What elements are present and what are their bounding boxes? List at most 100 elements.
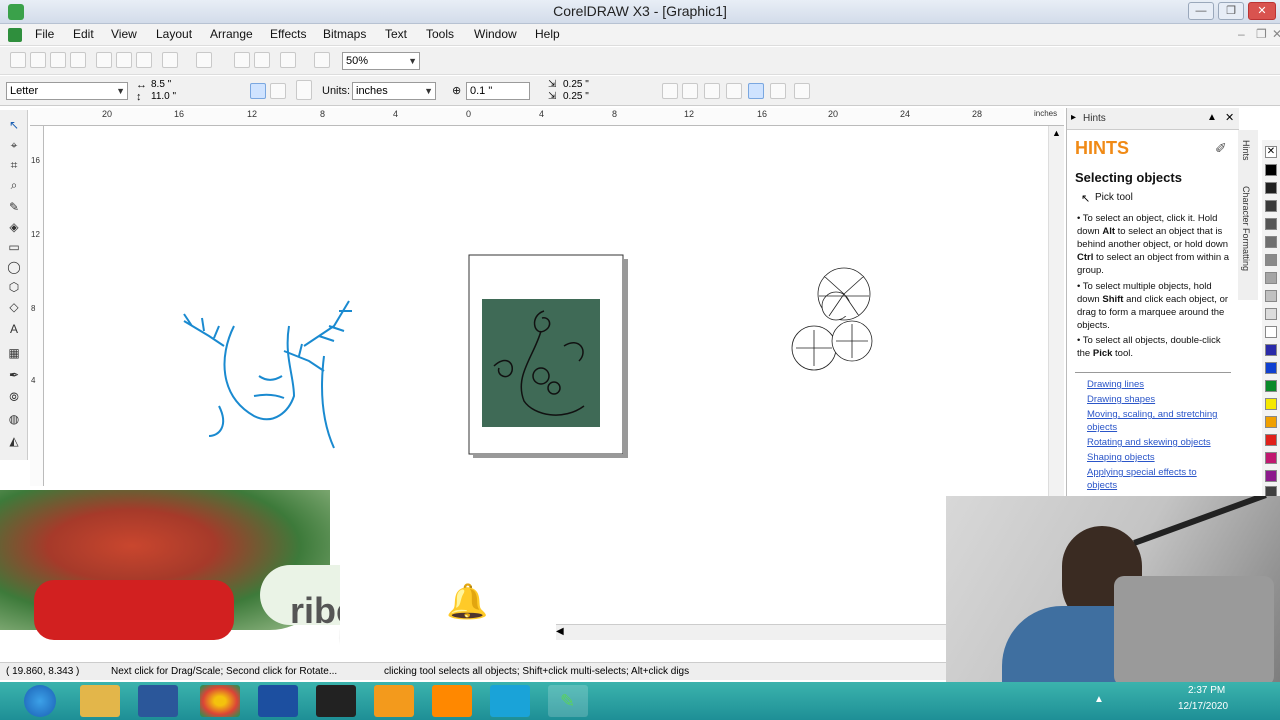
color-swatch[interactable]: [1265, 290, 1277, 302]
polygon-tool-icon[interactable]: ⬡: [6, 280, 22, 296]
duplicate-distance-x-field[interactable]: 0.25 ": [560, 79, 650, 91]
clock-date[interactable]: 12/17/2020: [1178, 701, 1228, 712]
restore-button[interactable]: ❐: [1218, 2, 1244, 20]
interactive-blend-tool-icon[interactable]: ▦: [6, 346, 22, 362]
page-width-field[interactable]: 8.5 ": [148, 79, 234, 91]
pick-tool-icon[interactable]: ↖: [6, 118, 22, 134]
tray-arrow-icon[interactable]: ▲: [1094, 694, 1104, 705]
scroll-up-icon[interactable]: ▲: [1052, 128, 1061, 138]
application-launcher-icon[interactable]: [280, 52, 296, 68]
scroll-left-icon[interactable]: ◀: [556, 626, 564, 637]
dynamic-guides-button[interactable]: [726, 83, 742, 99]
freehand-tool-icon[interactable]: ✎: [6, 200, 22, 216]
menu-file[interactable]: File: [35, 27, 54, 41]
link-drawing-shapes[interactable]: Drawing shapes: [1087, 393, 1227, 406]
units-dropdown[interactable]: inches ▼: [352, 82, 436, 100]
no-color-swatch[interactable]: ✕: [1265, 146, 1277, 158]
color-swatch[interactable]: [1265, 200, 1277, 212]
recorder-icon[interactable]: [316, 685, 356, 717]
menu-help[interactable]: Help: [535, 27, 560, 41]
welcome-screen-icon[interactable]: [314, 52, 330, 68]
color-swatch[interactable]: [1265, 344, 1277, 356]
menu-view[interactable]: View: [111, 27, 137, 41]
vertical-scrollbar[interactable]: ▲: [1048, 126, 1064, 496]
color-swatch[interactable]: [1265, 452, 1277, 464]
docker-close-icon[interactable]: ✕: [1225, 111, 1234, 124]
snap-to-guidelines-button[interactable]: [682, 83, 698, 99]
nudge-distance-field[interactable]: 0.1 ": [466, 82, 530, 100]
menu-layout[interactable]: Layout: [156, 27, 192, 41]
vertical-ruler[interactable]: 16 12 8 4: [30, 126, 44, 486]
options-button[interactable]: [794, 83, 810, 99]
link-moving-scaling[interactable]: Moving, scaling, and stretching objects: [1087, 408, 1227, 434]
tab-character-formatting[interactable]: Character Formatting: [1241, 186, 1251, 271]
internet-explorer-icon[interactable]: [24, 685, 56, 717]
cut-icon[interactable]: [96, 52, 112, 68]
color-swatch[interactable]: [1265, 416, 1277, 428]
import-icon[interactable]: [234, 52, 250, 68]
new-icon[interactable]: [10, 52, 26, 68]
file-explorer-icon[interactable]: [80, 685, 120, 717]
treat-as-filled-button[interactable]: [748, 83, 764, 99]
color-swatch[interactable]: [1265, 326, 1277, 338]
doc-close-button[interactable]: ✕: [1272, 27, 1280, 41]
link-rotating-skewing[interactable]: Rotating and skewing objects: [1087, 436, 1227, 449]
color-swatch[interactable]: [1265, 470, 1277, 482]
color-swatch[interactable]: [1265, 398, 1277, 410]
color-swatch[interactable]: [1265, 362, 1277, 374]
close-button[interactable]: ✕: [1248, 2, 1276, 20]
color-swatch[interactable]: [1265, 164, 1277, 176]
hints-book-icon[interactable]: ✐: [1215, 140, 1227, 157]
chrome-icon[interactable]: [200, 685, 240, 717]
outline-tool-icon[interactable]: ⦾: [6, 390, 22, 406]
copy-icon[interactable]: [116, 52, 132, 68]
menu-text[interactable]: Text: [385, 27, 407, 41]
snap-to-objects-button[interactable]: [704, 83, 720, 99]
edge-icon[interactable]: [490, 685, 530, 717]
menu-edit[interactable]: Edit: [73, 27, 94, 41]
menu-effects[interactable]: Effects: [270, 27, 306, 41]
smart-fill-tool-icon[interactable]: ◈: [6, 220, 22, 236]
color-swatch[interactable]: [1265, 218, 1277, 230]
redo-icon[interactable]: [196, 52, 212, 68]
paper-type-dropdown[interactable]: Letter ▼: [6, 82, 128, 100]
landscape-button[interactable]: [270, 83, 286, 99]
coreldraw-taskbar-icon[interactable]: ✎: [548, 685, 588, 717]
link-shaping-objects[interactable]: Shaping objects: [1087, 451, 1227, 464]
doc-minimize-button[interactable]: –: [1238, 27, 1245, 41]
page-height-field[interactable]: 11.0 ": [148, 91, 234, 103]
color-swatch[interactable]: [1265, 380, 1277, 392]
print-icon[interactable]: [70, 52, 86, 68]
color-swatch[interactable]: [1265, 236, 1277, 248]
open-icon[interactable]: [30, 52, 46, 68]
all-pages-button[interactable]: [296, 80, 312, 100]
shape-tool-icon[interactable]: ⌖: [6, 138, 22, 154]
eyedropper-tool-icon[interactable]: ✒: [6, 368, 22, 384]
tab-hints[interactable]: Hints: [1241, 140, 1251, 161]
undo-icon[interactable]: [162, 52, 178, 68]
duplicate-distance-y-field[interactable]: 0.25 ": [560, 91, 650, 103]
ellipse-tool-icon[interactable]: ◯: [6, 260, 22, 276]
interactive-fill-tool-icon[interactable]: ◭: [6, 434, 22, 450]
menu-tools[interactable]: Tools: [426, 27, 454, 41]
link-drawing-lines[interactable]: Drawing lines: [1087, 378, 1227, 391]
export-icon[interactable]: [254, 52, 270, 68]
vlc-icon[interactable]: [432, 685, 472, 717]
docker-collapse-icon[interactable]: ▲: [1207, 112, 1217, 123]
paste-icon[interactable]: [136, 52, 152, 68]
clock-time[interactable]: 2:37 PM: [1188, 685, 1225, 696]
drawing-canvas[interactable]: [44, 126, 1048, 490]
crop-tool-icon[interactable]: ⌗: [6, 158, 22, 174]
color-swatch[interactable]: [1265, 434, 1277, 446]
portrait-button[interactable]: [250, 83, 266, 99]
fill-tool-icon[interactable]: ◍: [6, 412, 22, 428]
docker-arrow-icon[interactable]: ▸: [1071, 112, 1076, 123]
edit-across-layers-button[interactable]: [770, 83, 786, 99]
word-icon[interactable]: [138, 685, 178, 717]
color-swatch[interactable]: [1265, 182, 1277, 194]
doc-restore-button[interactable]: ❐: [1256, 27, 1267, 41]
app-icon[interactable]: [374, 685, 414, 717]
zoom-tool-icon[interactable]: ⌕: [6, 178, 22, 194]
horizontal-ruler[interactable]: 20 16 12 8 4 0 4 8 12 16 20 24 28 inches: [30, 108, 1064, 126]
audio-app-icon[interactable]: [258, 685, 298, 717]
